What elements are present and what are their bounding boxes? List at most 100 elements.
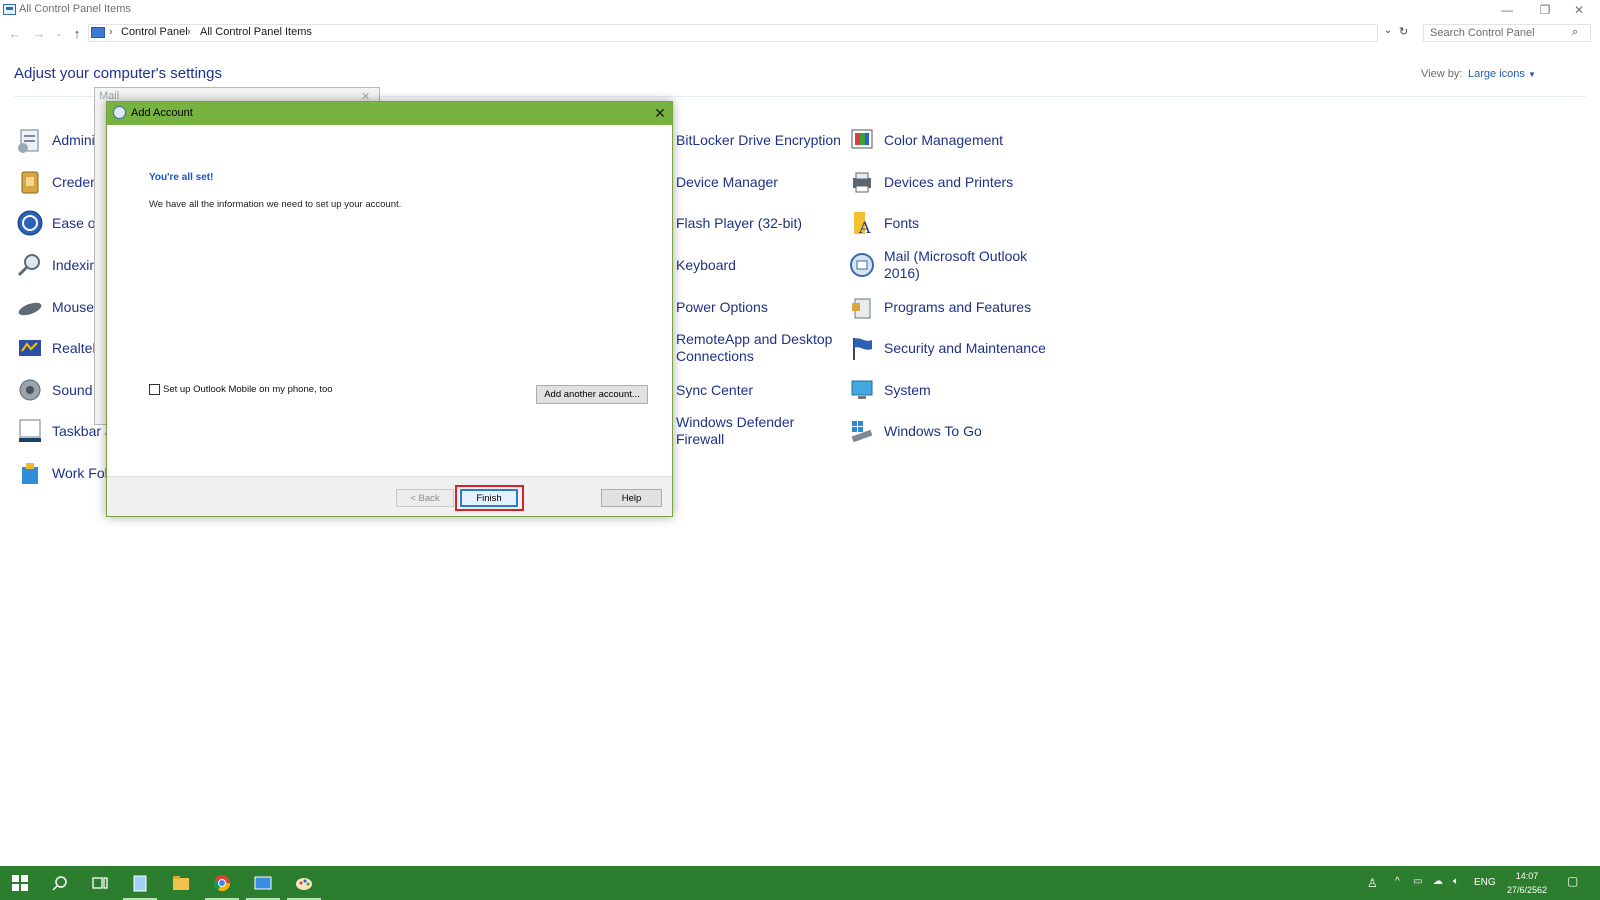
cp-item-label: Windows To Go	[884, 422, 982, 439]
close-button[interactable]: ✕	[1560, 0, 1598, 20]
sound-icon	[16, 376, 44, 404]
mail-icon	[848, 251, 876, 279]
work-folders-icon	[16, 459, 44, 487]
recent-dropdown-icon[interactable]: ⌄	[50, 24, 68, 42]
cp-item-mail[interactable]: Mail (Microsoft Outlook 2016)	[848, 248, 1038, 282]
breadcrumb-control-panel[interactable]: Control Panel	[121, 26, 188, 38]
realtek-audio-icon	[16, 334, 44, 362]
cp-item-label: Creden	[52, 173, 98, 190]
search-placeholder: Search Control Panel	[1430, 27, 1535, 39]
cp-item-label: Device Manager	[676, 173, 778, 190]
cp-item-device-manager[interactable]: Device Manager	[676, 165, 778, 199]
cp-item-programs-features[interactable]: Programs and Features	[848, 290, 1031, 324]
finish-highlight-box	[455, 485, 524, 511]
paint-app-icon[interactable]	[284, 866, 324, 900]
notifications-icon[interactable]: ▢	[1567, 874, 1578, 888]
cp-item-label: Taskbar a	[52, 422, 113, 439]
programs-features-icon	[848, 293, 876, 321]
help-button[interactable]: Help	[601, 489, 662, 507]
volume-icon[interactable]: 🔈︎	[1453, 876, 1459, 887]
control-panel-icon	[3, 4, 16, 15]
cp-item-devices-printers[interactable]: Devices and Printers	[848, 165, 1013, 199]
mouse-icon	[16, 293, 44, 321]
view-by-dropdown[interactable]: Large icons ▼	[1468, 68, 1536, 80]
indexing-options-icon	[16, 251, 44, 279]
notepad-app-icon[interactable]	[120, 866, 160, 900]
cp-item-label: Mouse	[52, 298, 95, 315]
forward-arrow-icon[interactable]: →	[30, 24, 48, 42]
file-explorer-icon[interactable]	[161, 866, 201, 900]
cp-item-label: Fonts	[884, 214, 920, 231]
breadcrumb-all-items[interactable]: All Control Panel Items	[200, 26, 312, 38]
view-by-value: Large icons	[1468, 68, 1525, 80]
cp-item-realtek[interactable]: Realtek	[16, 331, 99, 365]
breadcrumb-chevron-icon: ›	[187, 26, 191, 38]
cp-item-windows-defender-firewall[interactable]: Windows Defender Firewall	[676, 414, 806, 448]
cp-item-label: Ease of	[52, 214, 100, 231]
refresh-icon[interactable]: ↻	[1399, 25, 1408, 38]
cp-item-credential-manager[interactable]: Creden	[16, 165, 98, 199]
network-icon[interactable]: ▭	[1413, 876, 1422, 887]
cp-item-label: Sound	[52, 381, 93, 398]
back-arrow-icon[interactable]: ←	[6, 24, 24, 42]
chevron-up-icon[interactable]: ^	[1395, 876, 1400, 887]
window-title-bar	[0, 0, 1600, 20]
search-icon[interactable]: ⌕	[1572, 26, 1578, 39]
cp-item-bitlocker[interactable]: BitLocker Drive Encryption	[676, 123, 841, 157]
dialog-footer	[107, 477, 672, 516]
color-management-icon	[848, 126, 876, 154]
cp-item-system[interactable]: System	[848, 373, 931, 407]
cp-item-label: Flash Player (32-bit)	[676, 214, 803, 231]
cp-item-keyboard[interactable]: Keyboard	[676, 248, 736, 282]
cp-item-sync-center[interactable]: Sync Center	[676, 373, 753, 407]
cp-item-sound[interactable]: Sound	[16, 373, 92, 407]
cp-item-flash-player[interactable]: Flash Player (32-bit)	[676, 206, 802, 240]
cp-item-security-maintenance[interactable]: Security and Maintenance	[848, 331, 1046, 365]
cp-item-label: Realtek	[52, 339, 100, 356]
chrome-icon[interactable]	[202, 866, 242, 900]
credential-manager-icon	[16, 168, 44, 196]
cp-item-label: BitLocker Drive Encryption	[676, 131, 841, 148]
add-another-account-button[interactable]: Add another account...	[536, 385, 648, 404]
cp-item-fonts[interactable]: A Fonts	[848, 206, 919, 240]
control-panel-taskbar-icon[interactable]	[243, 866, 283, 900]
cp-item-color-management[interactable]: Color Management	[848, 123, 1003, 157]
ease-of-access-icon	[16, 209, 44, 237]
outlook-mobile-checkbox-label[interactable]: Set up Outlook Mobile on my phone, too	[163, 384, 333, 395]
clock[interactable]: 14:07 27/6/2562	[1500, 869, 1554, 897]
cp-item-indexing-options[interactable]: Indexin	[16, 248, 97, 282]
search-icon[interactable]	[40, 866, 80, 900]
cp-item-remoteapp[interactable]: RemoteApp and Desktop Connections	[676, 331, 836, 365]
minimize-button[interactable]: —	[1488, 0, 1526, 20]
task-view-icon[interactable]	[80, 866, 120, 900]
restore-button[interactable]: ❐	[1526, 0, 1564, 20]
cp-item-power-options[interactable]: Power Options	[676, 290, 768, 324]
up-arrow-icon[interactable]: ↑	[68, 24, 86, 42]
people-icon[interactable]: ♙	[1367, 876, 1378, 890]
cp-item-label: Mail (Microsoft Outlook 2016)	[884, 248, 1028, 281]
address-dropdown-icon[interactable]: ⌄	[1384, 25, 1392, 36]
cp-item-label: Devices and Printers	[884, 173, 1014, 190]
cp-item-ease-of-access[interactable]: Ease of	[16, 206, 99, 240]
cp-item-mouse[interactable]: Mouse	[16, 290, 94, 324]
breadcrumb-chevron-icon: ›	[109, 26, 113, 38]
cp-item-label: Sync Center	[676, 381, 754, 398]
chevron-down-icon: ▼	[1527, 70, 1536, 79]
onedrive-cloud-icon[interactable]: ☁	[1433, 876, 1443, 887]
language-indicator[interactable]: ENG	[1474, 877, 1496, 888]
clock-date: 27/6/2562	[1506, 885, 1548, 895]
back-button[interactable]: < Back	[396, 489, 454, 507]
admin-tools-icon	[16, 126, 44, 154]
cp-item-work-folders[interactable]: Work Fol	[16, 456, 108, 490]
outlook-mobile-checkbox[interactable]	[149, 384, 160, 395]
outlook-icon	[113, 106, 126, 119]
start-windows-icon[interactable]	[0, 866, 40, 900]
cp-item-windows-to-go[interactable]: Windows To Go	[848, 414, 982, 448]
add-account-dialog	[106, 101, 673, 517]
address-location-icon	[91, 27, 105, 38]
cp-item-label: Windows Defender Firewall	[676, 414, 795, 447]
dialog-close-button[interactable]: ✕	[652, 104, 668, 122]
success-message: We have all the information we need to s…	[149, 199, 402, 210]
cp-item-label: Security and Maintenance	[884, 339, 1046, 356]
cp-item-administrative-tools[interactable]: Admini	[16, 123, 95, 157]
